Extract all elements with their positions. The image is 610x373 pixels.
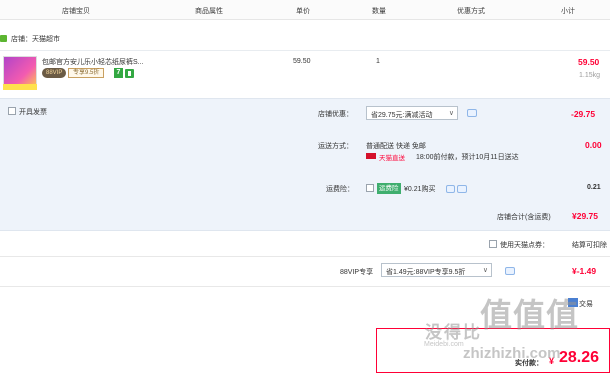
vip-selected: 省1.49元:88VIP专享9.5折 — [386, 269, 466, 276]
col-subtotal-header: 小计 — [561, 8, 575, 15]
pay-amount: 28.26 — [559, 349, 600, 366]
col-promo-header: 优惠方式 — [457, 8, 485, 15]
quantity-value[interactable]: 1 — [376, 58, 380, 65]
col-item-header: 店铺宝贝 — [62, 8, 90, 15]
vip-discount-badge: 专享9.5折 — [68, 68, 105, 78]
gift-icon — [125, 69, 134, 78]
cart-header: 店铺宝贝 商品属性 单价 数量 优惠方式 小计 — [0, 0, 610, 20]
store-promo-label: 店铺优惠： — [318, 111, 353, 118]
store-total-label: 店铺合计(含运费) — [497, 214, 551, 221]
shipping-eta: 18:00前付款，预计10月11日送达 — [416, 154, 519, 161]
watermark-line1: 没得比 — [425, 323, 482, 342]
store-name[interactable]: 店铺：天猫超市 — [11, 34, 60, 44]
store-promo-select[interactable]: 省29.75元:满减活动 ∨ — [366, 106, 458, 120]
unit-price: 59.50 — [293, 58, 311, 65]
insurance-price: ¥0.21购买 — [404, 186, 436, 193]
store-total-amount: ¥29.75 — [572, 211, 598, 221]
chat-icon[interactable] — [467, 109, 477, 117]
vip-select[interactable]: 省1.49元:88VIP专享9.5折 ∨ — [381, 263, 492, 277]
chevron-down-icon: ∨ — [448, 110, 454, 117]
watermark-url: Meidebi.com — [424, 341, 464, 348]
store-promo-selected: 省29.75元:满减活动 — [371, 112, 433, 119]
shipping-amount: 0.00 — [585, 140, 602, 150]
shipping-method: 普通配送 快递 免邮 — [366, 143, 426, 150]
vip-amount: ¥-1.49 — [572, 266, 597, 276]
product-thumbnail-band — [3, 84, 37, 90]
col-qty-header: 数量 — [372, 8, 386, 15]
item-subtotal: 59.50 — [578, 57, 600, 67]
insurance-amount: 0.21 — [587, 184, 601, 191]
col-price-header: 单价 — [296, 8, 310, 15]
vip-badge: 88VIP — [42, 68, 67, 78]
store-promo-amount: -29.75 — [571, 109, 596, 119]
watermark-site: zhizhizhi.com — [463, 345, 561, 362]
watermark-line2: 值值值 — [480, 297, 580, 333]
divider — [0, 286, 610, 287]
points-label: 使用天猫点券： — [500, 242, 549, 249]
tmall-direct-icon — [366, 153, 376, 159]
chat-icon[interactable] — [457, 185, 467, 193]
insurance-label: 运费险： — [326, 186, 354, 193]
points-checkbox[interactable] — [489, 240, 497, 248]
chat-icon[interactable] — [505, 267, 515, 275]
invoice-label: 开具发票 — [19, 109, 47, 116]
tmall-store-icon — [0, 35, 7, 42]
seven-day-return-icon: 7 — [114, 68, 123, 78]
invoice-checkbox[interactable] — [8, 107, 16, 115]
product-title[interactable]: 包邮官方安儿乐小轻芯纸尿裤S... — [42, 57, 154, 67]
insurance-tag: 运费险 — [377, 183, 401, 194]
info-icon[interactable] — [446, 185, 455, 193]
insurance-checkbox[interactable] — [366, 184, 374, 192]
vip-label: 88VIP专享 — [340, 269, 374, 276]
divider — [0, 256, 610, 257]
order-detail-panel — [0, 98, 610, 203]
tmall-direct-tag: 天猫直送 — [379, 155, 405, 162]
chevron-down-icon: ∨ — [482, 267, 488, 274]
col-attr-header: 商品属性 — [195, 8, 223, 15]
shipping-label: 运送方式： — [318, 143, 353, 150]
item-weight: 1.15kg — [579, 72, 601, 79]
points-right-label: 结算可扣除 — [572, 242, 607, 249]
footer-partial-text: 交易 — [579, 301, 593, 308]
